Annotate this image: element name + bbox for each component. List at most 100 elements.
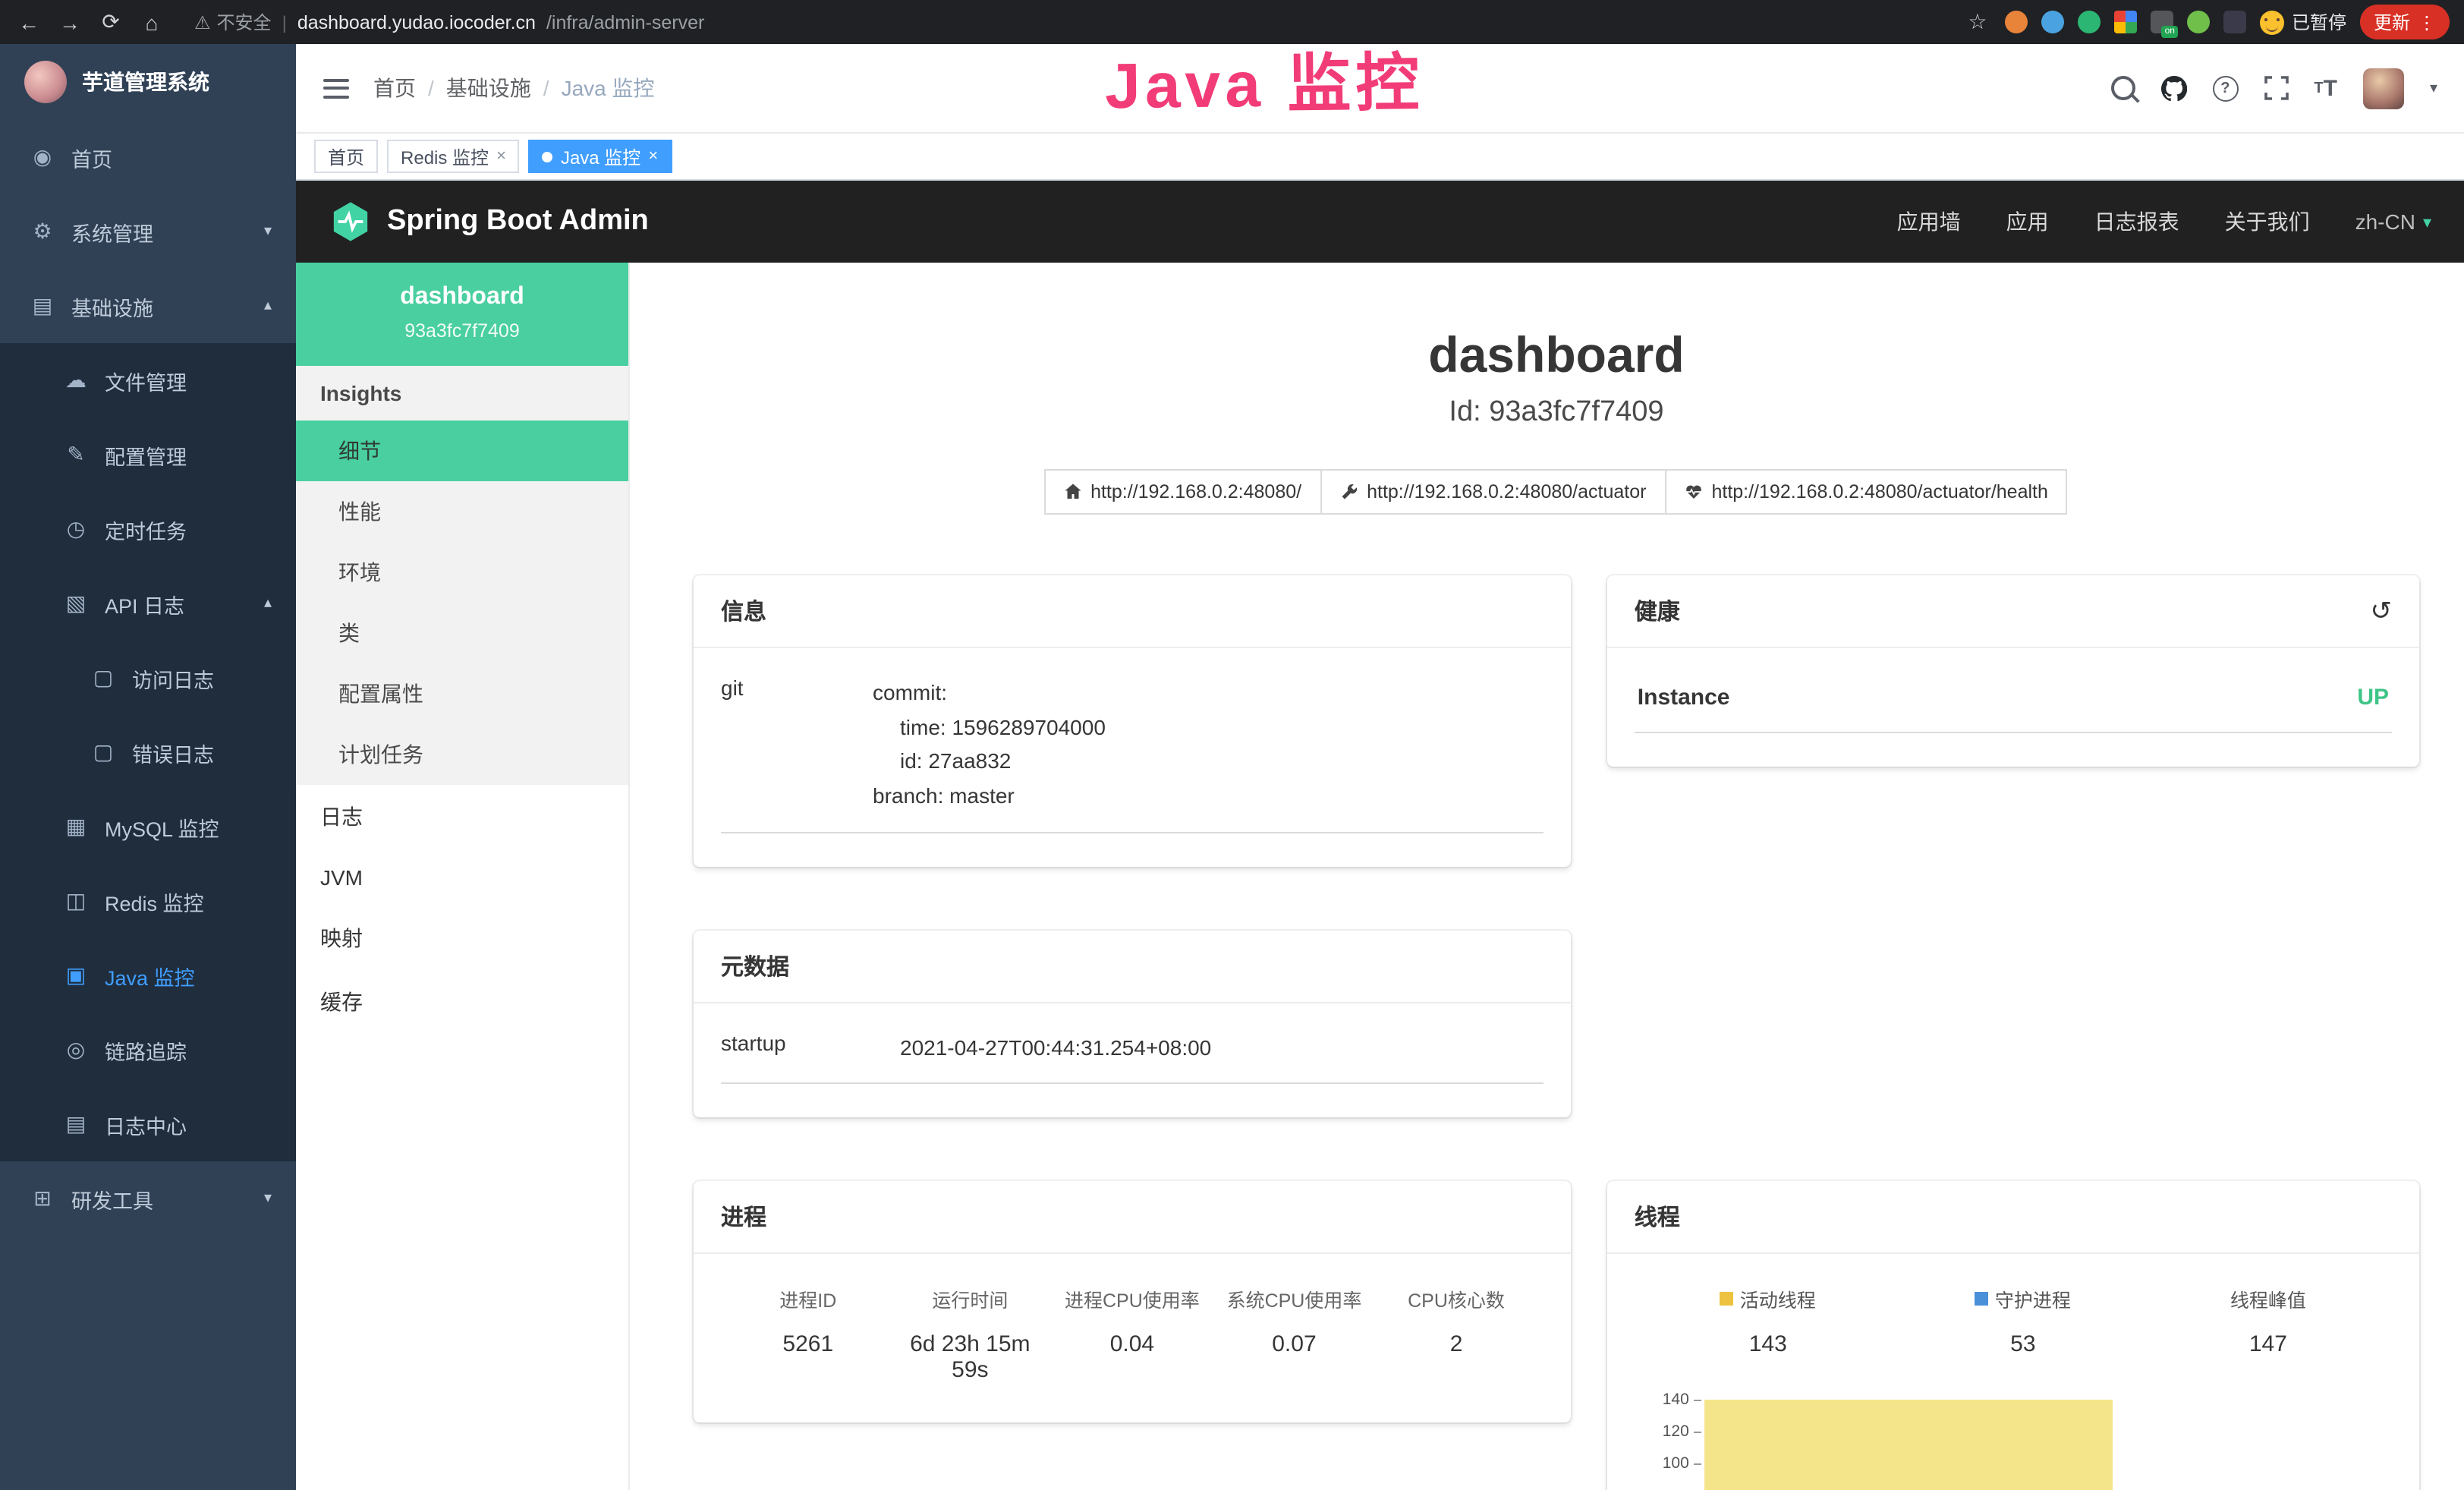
sba-item-classes[interactable]: 类 <box>296 603 628 663</box>
font-size-icon[interactable]: TT <box>2314 75 2337 101</box>
browser-back-icon[interactable]: ← <box>15 10 42 34</box>
close-icon[interactable]: × <box>648 147 658 165</box>
instance-health-url[interactable]: http://192.168.0.2:48080/actuator/health <box>1664 469 2067 515</box>
browser-forward-icon[interactable]: → <box>56 10 83 34</box>
sidebar-item-infrastructure[interactable]: ▤ 基础设施 ▴ <box>0 269 296 343</box>
sidebar-item-mysql-monitor[interactable]: ▦ MySQL 监控 <box>0 789 296 864</box>
instance-actuator-url[interactable]: http://192.168.0.2:48080/actuator <box>1320 469 1666 515</box>
sidebar-item-java-monitor[interactable]: ▣ Java 监控 <box>0 938 296 1013</box>
sidebar-item-log-center[interactable]: ▤ 日志中心 <box>0 1087 296 1161</box>
sidebar-item-dev-tools[interactable]: ⊞ 研发工具 ▾ <box>0 1161 296 1236</box>
sba-item-jvm[interactable]: JVM <box>296 849 628 906</box>
sba-item-mappings[interactable]: 映射 <box>296 906 628 970</box>
sidebar-item-home[interactable]: ◉ 首页 <box>0 120 296 194</box>
metadata-card: 元数据 startup 2021-04-27T00:44:31.254+08:0… <box>694 930 1571 1117</box>
url-host: dashboard.yudao.iocoder.cn <box>297 11 536 33</box>
sba-insights-label[interactable]: Insights <box>296 366 628 421</box>
security-label: 不安全 <box>217 9 272 35</box>
page-header: 首页 / 基础设施 / Java 监控 ? TT <box>296 44 2464 134</box>
history-icon[interactable]: ↺ <box>2371 596 2393 626</box>
sba-item-details[interactable]: 细节 <box>296 421 628 481</box>
sidebar-item-scheduled-jobs[interactable]: ◷ 定时任务 <box>0 492 296 566</box>
threads-chart: 140 120 100 <box>1635 1391 2392 1490</box>
extension-icon[interactable]: on <box>2151 11 2173 33</box>
sba-item-logs[interactable]: 日志 <box>296 785 628 849</box>
bookmark-star-icon[interactable]: ☆ <box>1964 9 1991 35</box>
clock-icon: ◷ <box>64 516 88 542</box>
info-card-title: 信息 <box>694 575 1571 648</box>
sba-selected-instance[interactable]: dashboard 93a3fc7f7409 <box>296 263 628 366</box>
sidebar-item-redis-monitor[interactable]: ◫ Redis 监控 <box>0 864 296 938</box>
sba-item-scheduled-tasks[interactable]: 计划任务 <box>296 724 628 785</box>
layers-icon: ◫ <box>64 888 88 914</box>
browser-profile-chip[interactable]: 已暂停 <box>2260 9 2346 35</box>
user-avatar[interactable] <box>2363 68 2404 109</box>
sba-nav-wallboard[interactable]: 应用墙 <box>1897 206 1961 237</box>
breadcrumb-home[interactable]: 首页 <box>373 73 416 103</box>
toolbox-icon: ⊞ <box>30 1186 55 1211</box>
sidebar-item-error-logs[interactable]: ▢ 错误日志 <box>0 715 296 789</box>
health-instance-row[interactable]: Instance UP <box>1635 676 2392 733</box>
github-icon[interactable] <box>2160 75 2186 101</box>
hamburger-icon[interactable] <box>323 78 349 98</box>
browser-update-button[interactable]: 更新 ⋮ <box>2360 5 2450 39</box>
sidebar-item-access-logs[interactable]: ▢ 访问日志 <box>0 641 296 715</box>
sba-nav-about[interactable]: 关于我们 <box>2225 206 2310 237</box>
instance-service-url[interactable]: http://192.168.0.2:48080/ <box>1043 469 1321 515</box>
extension-icon[interactable] <box>2005 11 2028 33</box>
security-warning[interactable]: ⚠ 不安全 <box>194 9 272 35</box>
process-metrics: 进程ID5261 运行时间6d 23h 15m 59s 进程CPU使用率0.04… <box>721 1282 1544 1390</box>
chevron-up-icon: ▴ <box>264 298 272 314</box>
extension-icon[interactable] <box>2187 11 2210 33</box>
sba-item-metrics[interactable]: 性能 <box>296 481 628 542</box>
health-card: 健康 ↺ Instance UP <box>1607 575 2419 767</box>
sba-nav-journal[interactable]: 日志报表 <box>2094 206 2179 237</box>
browser-toolbar: ← → ⟳ ⌂ ⚠ 不安全 | dashboard.yudao.iocoder.… <box>0 0 2464 44</box>
sba-locale-select[interactable]: zh-CN ▾ <box>2355 209 2431 234</box>
extension-icon[interactable] <box>2078 11 2101 33</box>
sidebar-item-api-logs[interactable]: ▧ API 日志 ▴ <box>0 566 296 641</box>
document-icon: ▧ <box>64 591 88 616</box>
document-icon: ▢ <box>91 665 115 691</box>
sba-navbar: Spring Boot Admin 应用墙 应用 日志报表 关于我们 zh-CN… <box>296 181 2464 263</box>
app-logo[interactable]: 芋道管理系统 <box>0 44 296 120</box>
home-icon: ◉ <box>30 144 55 170</box>
extension-icon[interactable] <box>2114 11 2137 33</box>
cloud-icon: ☁ <box>64 367 88 393</box>
tab-redis-monitor[interactable]: Redis 监控 × <box>387 140 520 173</box>
browser-menu-icon[interactable]: ⋮ <box>2418 11 2436 33</box>
sba-brand[interactable]: Spring Boot Admin <box>329 200 649 243</box>
extension-icon[interactable] <box>2223 11 2246 33</box>
infrastructure-icon: ▤ <box>30 293 55 319</box>
breadcrumb-infrastructure[interactable]: 基础设施 <box>446 73 531 103</box>
tab-java-monitor[interactable]: Java 监控 × <box>529 140 672 173</box>
sidebar-item-system-mgmt[interactable]: ⚙ 系统管理 ▾ <box>0 194 296 269</box>
help-icon[interactable]: ? <box>2212 75 2238 101</box>
threads-card: 线程 活动线程 143 守护进程 53 <box>1607 1182 2419 1490</box>
breadcrumb-current: Java 监控 <box>562 73 655 103</box>
browser-home-icon[interactable]: ⌂ <box>138 10 165 34</box>
sidebar-item-file-mgmt[interactable]: ☁ 文件管理 <box>0 343 296 417</box>
close-icon[interactable]: × <box>496 147 506 165</box>
search-icon[interactable] <box>2110 76 2135 100</box>
sba-item-caches[interactable]: 缓存 <box>296 970 628 1034</box>
gear-icon: ⚙ <box>30 219 55 244</box>
sba-logo-icon <box>329 200 372 243</box>
sidebar-item-tracing[interactable]: ◎ 链路追踪 <box>0 1013 296 1087</box>
sba-nav-applications[interactable]: 应用 <box>2006 206 2049 237</box>
tab-home[interactable]: 首页 <box>314 140 378 173</box>
browser-reload-icon[interactable]: ⟳ <box>97 9 124 35</box>
info-card: 信息 git commit: time: 1596289704000 id: 2… <box>694 575 1571 866</box>
sba-item-environment[interactable]: 环境 <box>296 542 628 603</box>
address-bar[interactable]: ⚠ 不安全 | dashboard.yudao.iocoder.cn/infra… <box>179 9 1950 35</box>
fullscreen-icon[interactable] <box>2264 76 2288 100</box>
sba-item-config-props[interactable]: 配置属性 <box>296 663 628 724</box>
wrench-icon <box>1339 483 1358 501</box>
app-title: 芋道管理系统 <box>82 67 209 97</box>
extension-icon[interactable] <box>2041 11 2064 33</box>
process-card-title: 进程 <box>694 1182 1571 1255</box>
avatar-caret-icon[interactable]: ▾ <box>2430 80 2437 96</box>
sidebar-item-config-mgmt[interactable]: ✎ 配置管理 <box>0 417 296 492</box>
admin-sidebar: 芋道管理系统 ◉ 首页 ⚙ 系统管理 ▾ ▤ 基础设施 ▴ ☁ 文件管理 ✎ <box>0 44 296 1490</box>
sba-content: dashboard Id: 93a3fc7f7409 http://192.16… <box>630 263 2464 1490</box>
